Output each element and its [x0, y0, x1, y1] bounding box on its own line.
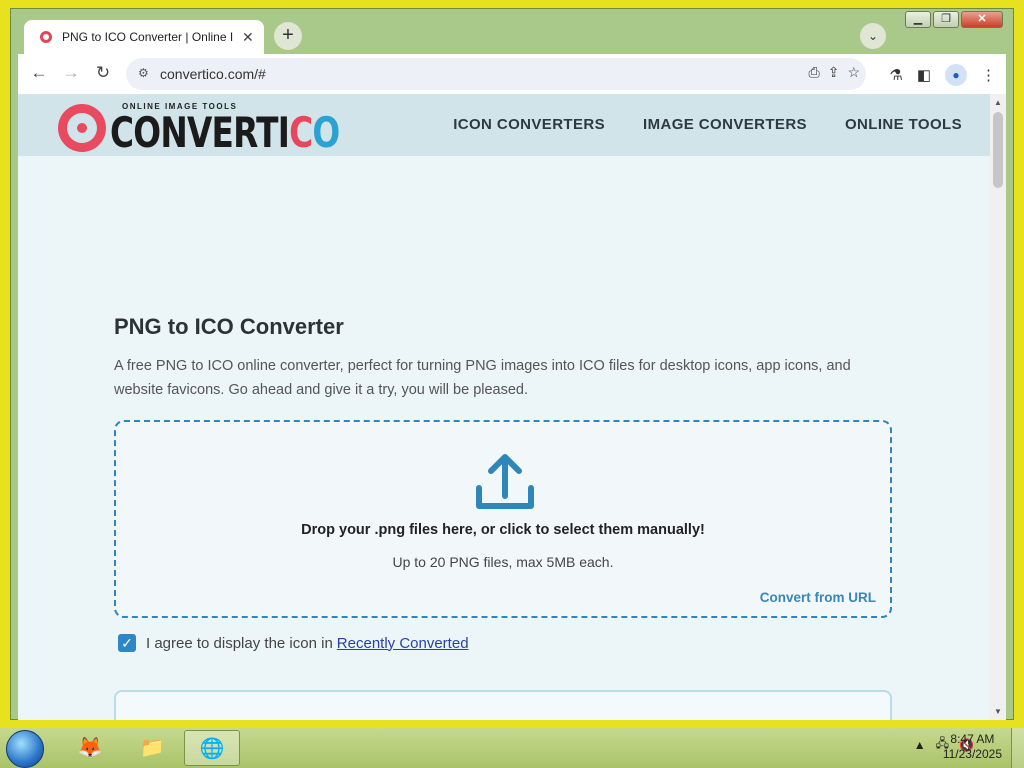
forward-button[interactable]: →: [60, 63, 82, 83]
tab-search-button[interactable]: ⌄: [860, 23, 886, 49]
side-panel-icon[interactable]: ◧: [917, 66, 931, 84]
tab-strip: PNG to ICO Converter | Online I ✕ + ⌄: [18, 16, 1006, 54]
taskbar-clock[interactable]: 8:47 AM 11/23/2025: [943, 732, 1002, 762]
page-scrollbar[interactable]: ▲ ▼: [990, 94, 1006, 720]
scroll-up-arrow-icon[interactable]: ▲: [994, 98, 1002, 107]
page-description: A free PNG to ICO online converter, perf…: [114, 358, 851, 398]
nav-online-tools[interactable]: ONLINE TOOLS: [845, 116, 962, 133]
chrome-browser: PNG to ICO Converter | Online I ✕ + ⌄ ← …: [18, 16, 1006, 720]
menu-kebab-icon[interactable]: ⋮: [981, 66, 996, 84]
browser-toolbar: ← → ↻ ⚙ convertico.com/# ⎙ ⇪ ☆ ⚗ ◧ ● ⋮: [18, 54, 1006, 94]
next-panel: [114, 690, 892, 720]
converter-section: PNG to ICO Converter A free PNG to ICO o…: [114, 314, 894, 720]
show-desktop-button[interactable]: [1011, 728, 1024, 768]
file-explorer-icon[interactable]: 📁: [124, 730, 180, 766]
page-viewport: ONLINE IMAGE TOOLS CONVERTICO ICON CONVE…: [18, 94, 1006, 720]
site-header: ONLINE IMAGE TOOLS CONVERTICO ICON CONVE…: [18, 94, 990, 157]
back-button[interactable]: ←: [28, 63, 50, 83]
chrome-taskbar-icon[interactable]: 🌐: [184, 730, 240, 766]
omnibox-actions: ⎙ ⇪ ☆: [809, 64, 861, 81]
install-app-icon[interactable]: ⎙: [809, 64, 820, 81]
dropzone-instruction: Drop your .png files here, or click to s…: [301, 522, 705, 538]
tray-expand-icon[interactable]: ▲: [914, 738, 926, 752]
page-title: PNG to ICO Converter: [114, 314, 344, 339]
agree-row: ✓ I agree to display the icon in Recentl…: [118, 634, 469, 652]
url-text[interactable]: convertico.com/#: [160, 66, 266, 82]
taskbar: 🦊 📁 🌐 ▲ 🖧 🔇 8:47 AM 11/23/2025: [0, 728, 1024, 768]
site-info-icon[interactable]: ⚙: [138, 66, 149, 80]
file-dropzone[interactable]: Drop your .png files here, or click to s…: [114, 420, 892, 618]
address-bar[interactable]: ⚙ convertico.com/# ⎙ ⇪ ☆: [126, 58, 866, 90]
bookmark-star-icon[interactable]: ☆: [847, 64, 860, 81]
logo-wordmark: CONVERTICO: [110, 108, 340, 157]
tab-active[interactable]: PNG to ICO Converter | Online I ✕: [24, 20, 264, 54]
agree-label: I agree to display the icon in: [146, 634, 333, 652]
tab-title: PNG to ICO Converter | Online I: [62, 30, 234, 44]
share-icon[interactable]: ⇪: [828, 64, 840, 81]
dropzone-limits: Up to 20 PNG files, max 5MB each.: [392, 554, 614, 570]
clock-date: 11/23/2025: [942, 747, 1002, 761]
favicon-icon: [40, 31, 52, 43]
logo-ring-icon: [58, 104, 106, 152]
agree-checkbox[interactable]: ✓: [118, 634, 136, 652]
scroll-down-arrow-icon[interactable]: ▼: [994, 707, 1002, 716]
toolbar-right: ⚗ ◧ ● ⋮: [889, 64, 996, 86]
labs-flask-icon[interactable]: ⚗: [889, 66, 902, 84]
nav-image-converters[interactable]: IMAGE CONVERTERS: [643, 116, 807, 133]
convert-from-url-link[interactable]: Convert from URL: [760, 590, 876, 605]
clock-time: 8:47 AM: [950, 732, 995, 746]
main-nav: ICON CONVERTERS IMAGE CONVERTERS ONLINE …: [453, 116, 962, 133]
profile-avatar-icon[interactable]: ●: [945, 64, 967, 86]
tab-close-icon[interactable]: ✕: [242, 29, 254, 46]
recently-converted-link[interactable]: Recently Converted: [337, 635, 469, 652]
nav-icon-converters[interactable]: ICON CONVERTERS: [453, 116, 605, 133]
scroll-thumb[interactable]: [993, 112, 1003, 188]
start-button[interactable]: [6, 730, 44, 768]
new-tab-button[interactable]: +: [274, 22, 302, 50]
upload-icon: [476, 454, 534, 509]
reload-button[interactable]: ↻: [92, 63, 114, 83]
taskbar-app-icon[interactable]: 🦊: [62, 730, 118, 766]
